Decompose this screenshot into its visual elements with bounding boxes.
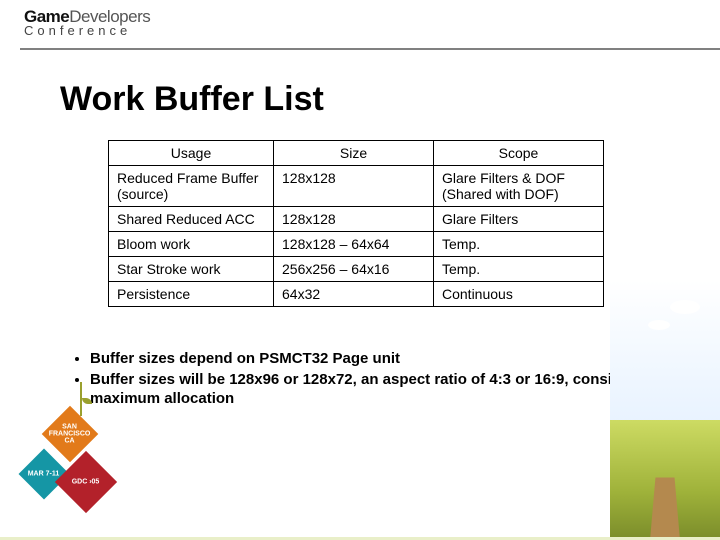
page-title: Work Buffer List [60, 80, 324, 119]
table-header-row: Usage Size Scope [109, 141, 604, 166]
bullet-list: Buffer sizes depend on PSMCT32 Page unit… [72, 350, 662, 410]
table-row: Shared Reduced ACC 128x128 Glare Filters [109, 207, 604, 232]
header-divider [20, 48, 720, 50]
column-header: Size [274, 141, 434, 166]
cell-usage: Bloom work [109, 232, 274, 257]
decorative-landscape [610, 280, 720, 540]
cell-scope: Continuous [434, 282, 604, 307]
cloud-icon [670, 300, 700, 314]
table-row: Persistence 64x32 Continuous [109, 282, 604, 307]
table-row: Bloom work 128x128 – 64x64 Temp. [109, 232, 604, 257]
event-badge-label: GDC ›05 [72, 479, 100, 486]
cell-size: 64x32 [274, 282, 434, 307]
brand-logo: GameDevelopers Conference [24, 8, 696, 37]
brand-subline: Conference [24, 24, 696, 37]
cell-size: 256x256 – 64x16 [274, 257, 434, 282]
cell-usage: Shared Reduced ACC [109, 207, 274, 232]
work-buffer-table: Usage Size Scope Reduced Frame Buffer (s… [108, 140, 604, 307]
column-header: Usage [109, 141, 274, 166]
cell-usage: Star Stroke work [109, 257, 274, 282]
cell-size: 128x128 [274, 207, 434, 232]
event-badge: GDC ›05 [55, 451, 117, 513]
header: GameDevelopers Conference [24, 8, 696, 37]
table-row: Reduced Frame Buffer (source) 128x128 Gl… [109, 166, 604, 207]
cell-usage: Reduced Frame Buffer (source) [109, 166, 274, 207]
column-header: Scope [434, 141, 604, 166]
dates-badge-label: MAR 7-11 [28, 470, 60, 477]
cell-scope: Temp. [434, 257, 604, 282]
cell-scope: Glare Filters & DOF (Shared with DOF) [434, 166, 604, 207]
cell-scope: Glare Filters [434, 207, 604, 232]
cell-scope: Temp. [434, 232, 604, 257]
cloud-icon [648, 320, 670, 330]
cell-size: 128x128 [274, 166, 434, 207]
list-item: Buffer sizes depend on PSMCT32 Page unit [90, 350, 662, 369]
list-item: Buffer sizes will be 128x96 or 128x72, a… [90, 371, 662, 409]
gdc-badge-cluster: SAN FRANCISCO CA MAR 7-11 GDC ›05 [20, 410, 120, 520]
cell-usage: Persistence [109, 282, 274, 307]
cell-size: 128x128 – 64x64 [274, 232, 434, 257]
venue-badge-label: SAN FRANCISCO CA [49, 424, 91, 445]
table-row: Star Stroke work 256x256 – 64x16 Temp. [109, 257, 604, 282]
